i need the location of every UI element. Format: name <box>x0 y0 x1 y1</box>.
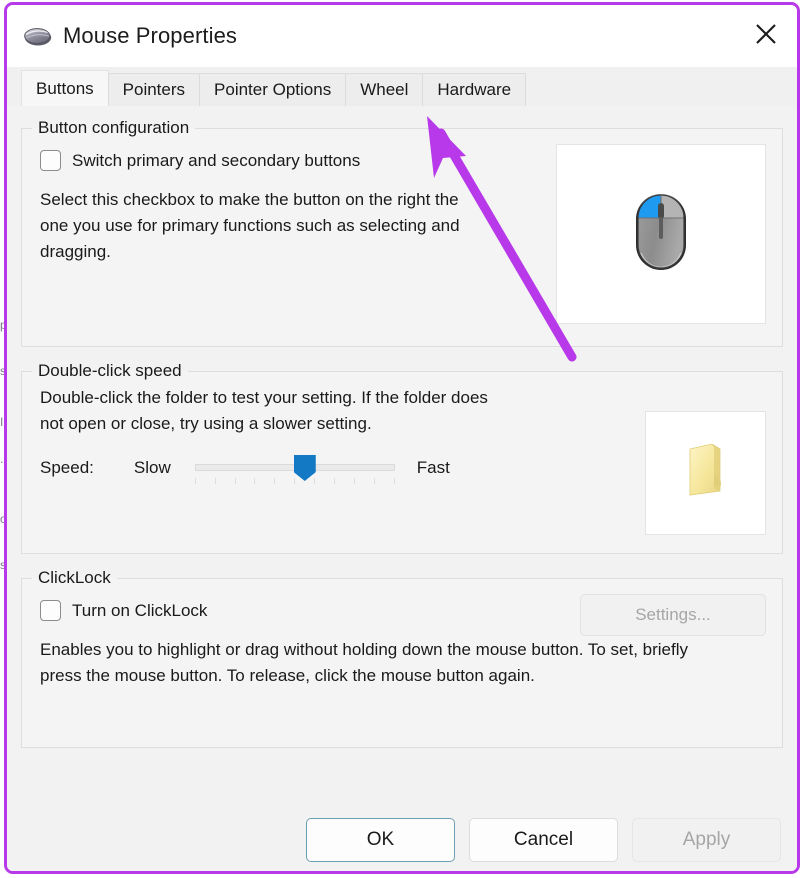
close-icon[interactable] <box>735 5 797 63</box>
clicklock-checkbox[interactable] <box>40 600 61 621</box>
slider-tick <box>373 478 375 484</box>
clicklock-settings-button[interactable]: Settings... <box>580 594 766 636</box>
slider-tick <box>353 478 355 484</box>
background-text-fragment: . <box>0 452 4 466</box>
dialog-button-bar: OK Cancel Apply <box>7 803 797 871</box>
group-button-configuration: Button configuration Switch primary and … <box>21 118 783 347</box>
slider-tick <box>214 478 216 484</box>
slider-tick <box>294 478 296 484</box>
mouse-icon <box>23 25 53 47</box>
tab-pointer-options[interactable]: Pointer Options <box>199 73 347 106</box>
folder-preview-icon[interactable] <box>678 441 734 506</box>
group-clicklock: ClickLock Turn on ClickLock Enables you … <box>21 568 783 748</box>
clicklock-description: Enables you to highlight or drag without… <box>40 640 688 685</box>
tab-strip: Buttons Pointers Pointer Options Wheel H… <box>7 67 797 106</box>
slider-tick <box>274 478 276 484</box>
group-label-button-configuration: Button configuration <box>38 118 190 137</box>
tab-pointers[interactable]: Pointers <box>107 73 201 106</box>
group-label-double-click-speed: Double-click speed <box>38 361 182 380</box>
mouse-preview-panel <box>556 144 766 324</box>
tab-hardware[interactable]: Hardware <box>422 73 527 106</box>
slider-tick <box>234 478 236 484</box>
title-bar: Mouse Properties <box>7 5 797 67</box>
window-title: Mouse Properties <box>63 23 238 48</box>
folder-test-preview-panel[interactable] <box>645 411 766 535</box>
switch-buttons-label: Switch primary and secondary buttons <box>72 150 361 170</box>
speed-fast-label: Fast <box>416 458 450 477</box>
mouse-properties-window: Mouse Properties Buttons Pointers Pointe… <box>4 2 800 874</box>
group-double-click-speed: Double-click speed Double-click the fold… <box>21 361 783 554</box>
slider-tick <box>393 478 395 484</box>
cancel-button[interactable]: Cancel <box>469 818 618 862</box>
slider-ticks <box>194 478 395 485</box>
speed-label: Speed: <box>40 458 94 477</box>
clicklock-label: Turn on ClickLock <box>72 600 208 620</box>
button-configuration-description: Select this checkbox to make the button … <box>40 190 460 261</box>
tab-wheel[interactable]: Wheel <box>345 73 424 106</box>
tab-buttons[interactable]: Buttons <box>21 70 109 106</box>
slider-tick <box>194 478 196 484</box>
double-click-speed-slider[interactable] <box>194 451 395 485</box>
ok-button[interactable]: OK <box>306 818 455 862</box>
switch-buttons-checkbox[interactable] <box>40 150 61 171</box>
background-text-fragment: I <box>0 415 4 429</box>
slider-tick <box>254 478 256 484</box>
speed-slow-label: Slow <box>133 458 171 477</box>
tab-panel-buttons: Button configuration Switch primary and … <box>7 106 797 871</box>
group-label-clicklock: ClickLock <box>38 568 111 587</box>
mouse-preview-icon <box>633 191 689 278</box>
double-click-speed-description: Double-click the folder to test your set… <box>40 388 488 433</box>
screenshot-root: psI.os <box>0 0 804 878</box>
apply-button[interactable]: Apply <box>632 818 781 862</box>
slider-tick <box>333 478 335 484</box>
slider-tick <box>314 478 316 484</box>
